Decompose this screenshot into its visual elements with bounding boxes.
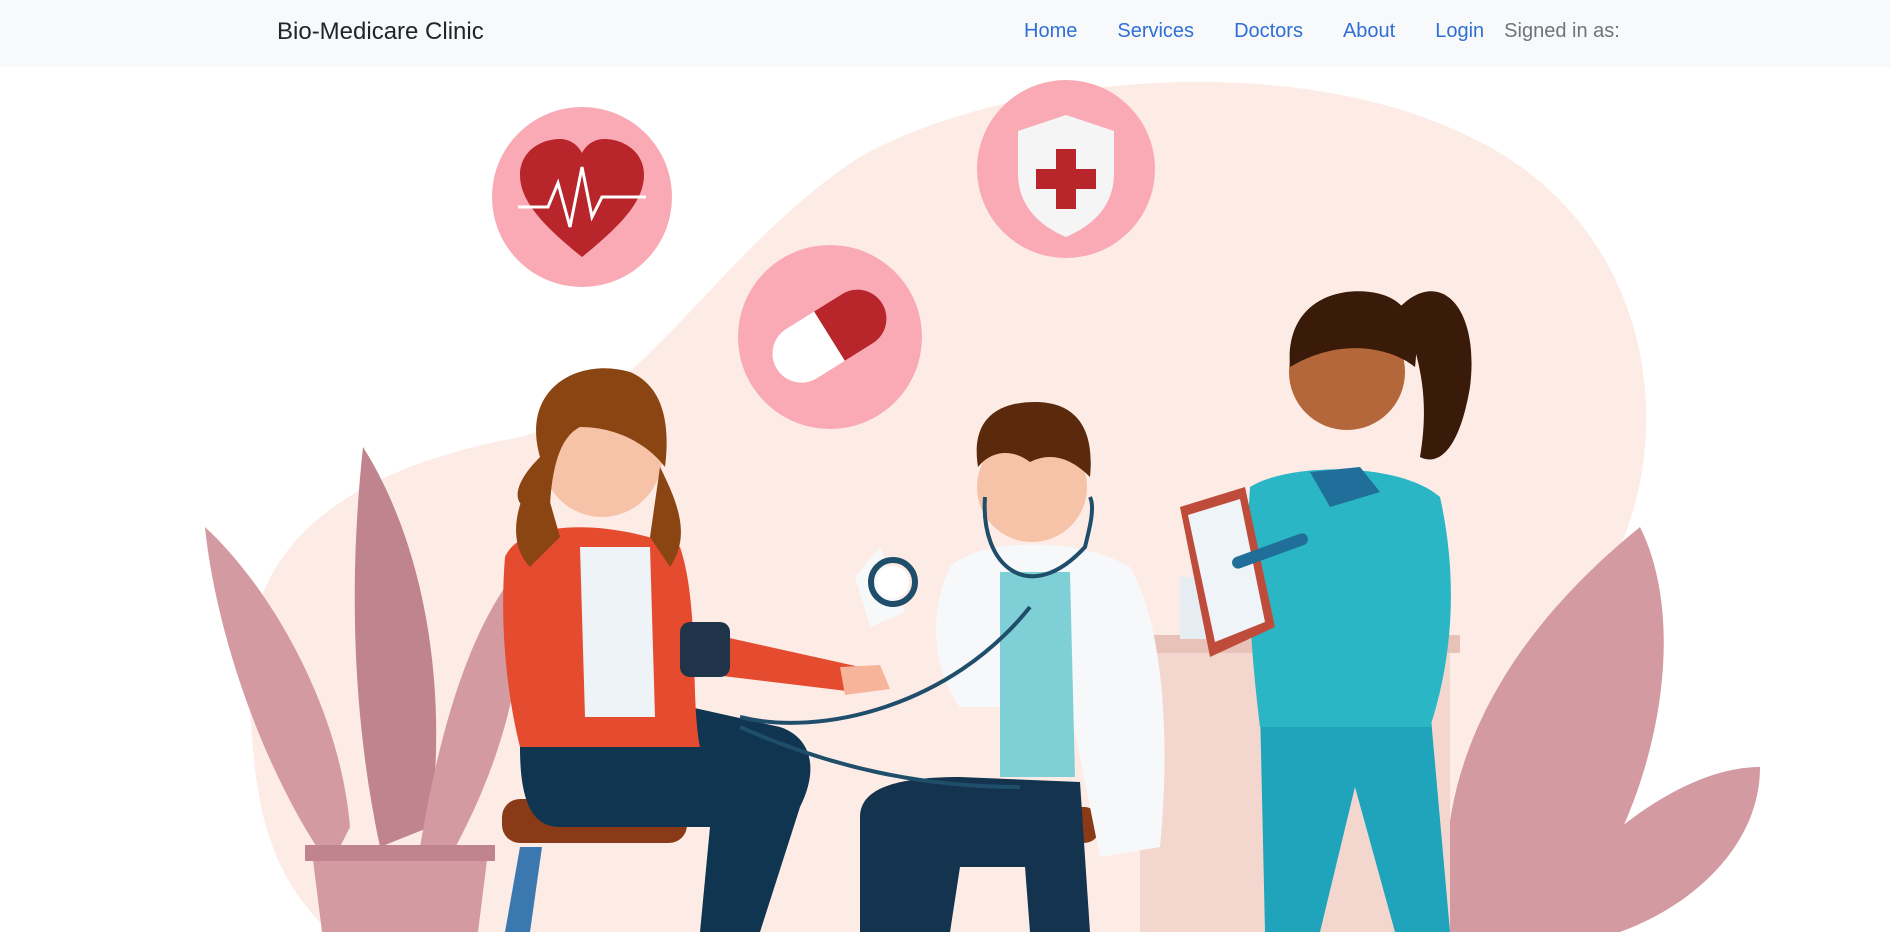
navbar: Bio-Medicare Clinic Home Services Doctor… (0, 0, 1890, 67)
heart-rate-icon (492, 107, 672, 287)
nav-links: Home Services Doctors About Login Signed… (1024, 20, 1620, 43)
nav-login-link[interactable]: Login (1435, 20, 1484, 43)
nav-doctors-link[interactable]: Doctors (1234, 20, 1303, 43)
nav-home-link[interactable]: Home (1024, 20, 1077, 43)
signed-in-text: Signed in as: (1504, 20, 1620, 42)
brand-link[interactable]: Bio-Medicare Clinic (277, 18, 484, 46)
shield-cross-icon (977, 80, 1155, 258)
pill-icon (738, 245, 922, 429)
hero-illustration (0, 67, 1890, 933)
nav-about-link[interactable]: About (1343, 20, 1395, 43)
nav-services-link[interactable]: Services (1117, 20, 1194, 43)
medical-checkup-illustration (205, 80, 1760, 933)
